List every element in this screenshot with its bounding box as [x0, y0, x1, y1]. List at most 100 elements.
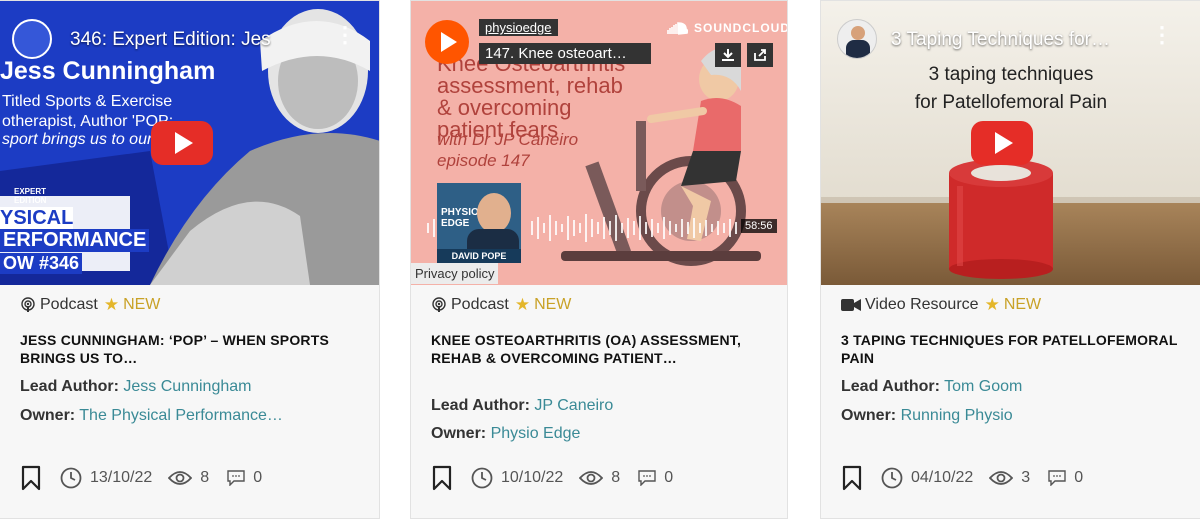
resource-type: Video Resource ★ NEW: [841, 295, 1041, 315]
artwork-line: assessment, rehab: [437, 73, 623, 98]
lead-author-link[interactable]: JP Caneiro: [534, 397, 613, 414]
comment-icon: [1048, 470, 1066, 486]
youtube-play-button[interactable]: [151, 121, 213, 165]
card-footer: 13/10/22 8 0: [20, 465, 262, 491]
artwork-line: & overcoming: [437, 95, 572, 120]
resource-title[interactable]: 3 TAPING TECHNIQUES FOR PATELLOFEMORAL P…: [841, 331, 1180, 367]
host-name: DAVID POPE: [437, 249, 521, 263]
soundcloud-label: SOUNDCLOUD: [694, 21, 787, 35]
card-footer: 04/10/22 3 0: [841, 465, 1083, 491]
track-title[interactable]: 147. Knee osteoart…: [479, 43, 651, 64]
star-icon: ★: [514, 295, 531, 314]
caption-line: 3 taping techniques: [928, 64, 1094, 85]
comment-icon: [227, 470, 245, 486]
view-count: 8: [611, 469, 621, 486]
owner-link[interactable]: The Physical Performance…: [79, 407, 283, 424]
lead-author-label: Lead Author:: [20, 378, 119, 395]
clock-icon: [471, 467, 493, 489]
eye-icon: [168, 470, 193, 486]
resource-type-label: Podcast: [40, 296, 98, 313]
youtube-embed[interactable]: 3 Taping Techniques for… ⋮ 3 taping tech…: [821, 1, 1200, 285]
star-icon: ★: [103, 295, 120, 314]
overlay-text: Titled Sports & Exercise: [2, 93, 173, 110]
podcast-icon: [20, 297, 36, 313]
bookmark-icon[interactable]: [841, 465, 863, 491]
owner: Owner: The Physical Performance…: [20, 407, 363, 425]
star-icon: ★: [984, 295, 1000, 314]
owner: Owner: Physio Edge: [431, 425, 771, 443]
owner: Owner: Running Physio: [841, 407, 1184, 425]
play-button[interactable]: [425, 20, 469, 64]
owner-label: Owner:: [20, 407, 76, 424]
resource-type: Podcast ★ NEW: [20, 295, 160, 315]
bookmark-icon[interactable]: [20, 465, 42, 491]
lead-author-link[interactable]: Jess Cunningham: [123, 378, 251, 395]
channel-avatar[interactable]: [837, 19, 877, 59]
resource-type-label: Video Resource: [865, 296, 979, 313]
view-count: 3: [1021, 469, 1031, 486]
clock-icon: [881, 467, 903, 489]
clock-icon: [60, 467, 82, 489]
bookmark-icon[interactable]: [431, 465, 453, 491]
eye-icon: [579, 470, 604, 486]
resource-type-label: Podcast: [451, 296, 509, 313]
youtube-embed[interactable]: 346: Expert Edition: Jes ⋮ Jess Cunningh…: [0, 1, 379, 285]
comment-count: 0: [664, 469, 674, 486]
resource-card: 346: Expert Edition: Jes ⋮ Jess Cunningh…: [0, 0, 380, 519]
lead-author: Lead Author: JP Caneiro: [431, 397, 771, 415]
view-count: 8: [200, 469, 210, 486]
soundcloud-icon: [666, 21, 688, 35]
video-caption: 3 taping techniques for Patellofemoral P…: [821, 61, 1200, 117]
caption-line: for Patellofemoral Pain: [914, 92, 1108, 113]
show-badge: ERFORMANCE: [0, 229, 150, 252]
new-badge: NEW: [1003, 296, 1042, 313]
card-footer: 10/10/22 8 0: [431, 465, 673, 491]
more-options-icon[interactable]: ⋮: [1151, 24, 1173, 46]
video-title[interactable]: 3 Taping Techniques for…: [891, 29, 1110, 51]
show-badge-small: EXPERT EDITION: [14, 187, 47, 205]
lead-author-link[interactable]: Tom Goom: [944, 378, 1022, 395]
host-photo: PHYSIO EDGE DAVID POPE: [437, 183, 521, 263]
privacy-policy-link[interactable]: Privacy policy: [411, 263, 499, 284]
logo-text: PHYSIO EDGE: [441, 207, 479, 229]
comment-count: 0: [253, 469, 263, 486]
resource-title[interactable]: JESS CUNNINGHAM: ‘POP’ – WHEN SPORTS BRI…: [20, 331, 359, 367]
owner-link[interactable]: Running Physio: [901, 407, 1013, 424]
overlay-text: sport brings us to our: [2, 131, 153, 148]
resource-type: Podcast ★ NEW: [431, 295, 571, 315]
lead-author: Lead Author: Tom Goom: [841, 378, 1184, 396]
podcast-icon: [431, 297, 447, 313]
card-body: Podcast ★ NEW KNEE OSTEOARTHRITIS (OA) A…: [411, 285, 787, 518]
overlay-text: otherapist, Author 'POP:: [2, 113, 174, 130]
artwork-line: episode 147: [437, 151, 530, 170]
overlay-name: Jess Cunningham: [0, 57, 216, 85]
download-icon[interactable]: [715, 43, 741, 67]
channel-avatar[interactable]: [12, 19, 52, 59]
date: 10/10/22: [501, 469, 564, 486]
soundcloud-embed[interactable]: Knee Osteoarthritis assessment, rehab & …: [411, 1, 787, 285]
video-camera-icon: [841, 297, 861, 313]
lead-author: Lead Author: Jess Cunningham: [20, 378, 363, 396]
artwork-line: with Dr JP Caneiro: [437, 130, 579, 149]
resource-card: Knee Osteoarthritis assessment, rehab & …: [410, 0, 788, 519]
comment-icon: [638, 470, 656, 486]
youtube-play-button[interactable]: [971, 121, 1033, 165]
video-title[interactable]: 346: Expert Edition: Jes: [70, 29, 271, 51]
owner-link[interactable]: Physio Edge: [491, 425, 581, 442]
lead-author-label: Lead Author:: [841, 378, 940, 395]
artwork-title: Knee Osteoarthritis assessment, rehab & …: [437, 53, 625, 141]
show-badge: OW #346: [0, 253, 83, 274]
resource-title[interactable]: KNEE OSTEOARTHRITIS (OA) ASSESSMENT, REH…: [431, 331, 767, 367]
show-badge: YSICAL: [0, 207, 74, 230]
resource-card: 3 Taping Techniques for… ⋮ 3 taping tech…: [820, 0, 1200, 519]
card-body: Podcast ★ NEW JESS CUNNINGHAM: ‘POP’ – W…: [0, 285, 379, 518]
artwork-subtitle: with Dr JP Caneiro episode 147: [437, 129, 578, 171]
more-options-icon[interactable]: ⋮: [334, 24, 356, 46]
new-badge: NEW: [123, 296, 161, 313]
new-badge: NEW: [534, 296, 572, 313]
soundcloud-user[interactable]: physioedge: [479, 19, 558, 36]
share-icon[interactable]: [747, 43, 773, 67]
soundcloud-logo[interactable]: SOUNDCLOUD: [666, 21, 787, 35]
date: 04/10/22: [911, 469, 974, 486]
lead-author-label: Lead Author:: [431, 397, 530, 414]
